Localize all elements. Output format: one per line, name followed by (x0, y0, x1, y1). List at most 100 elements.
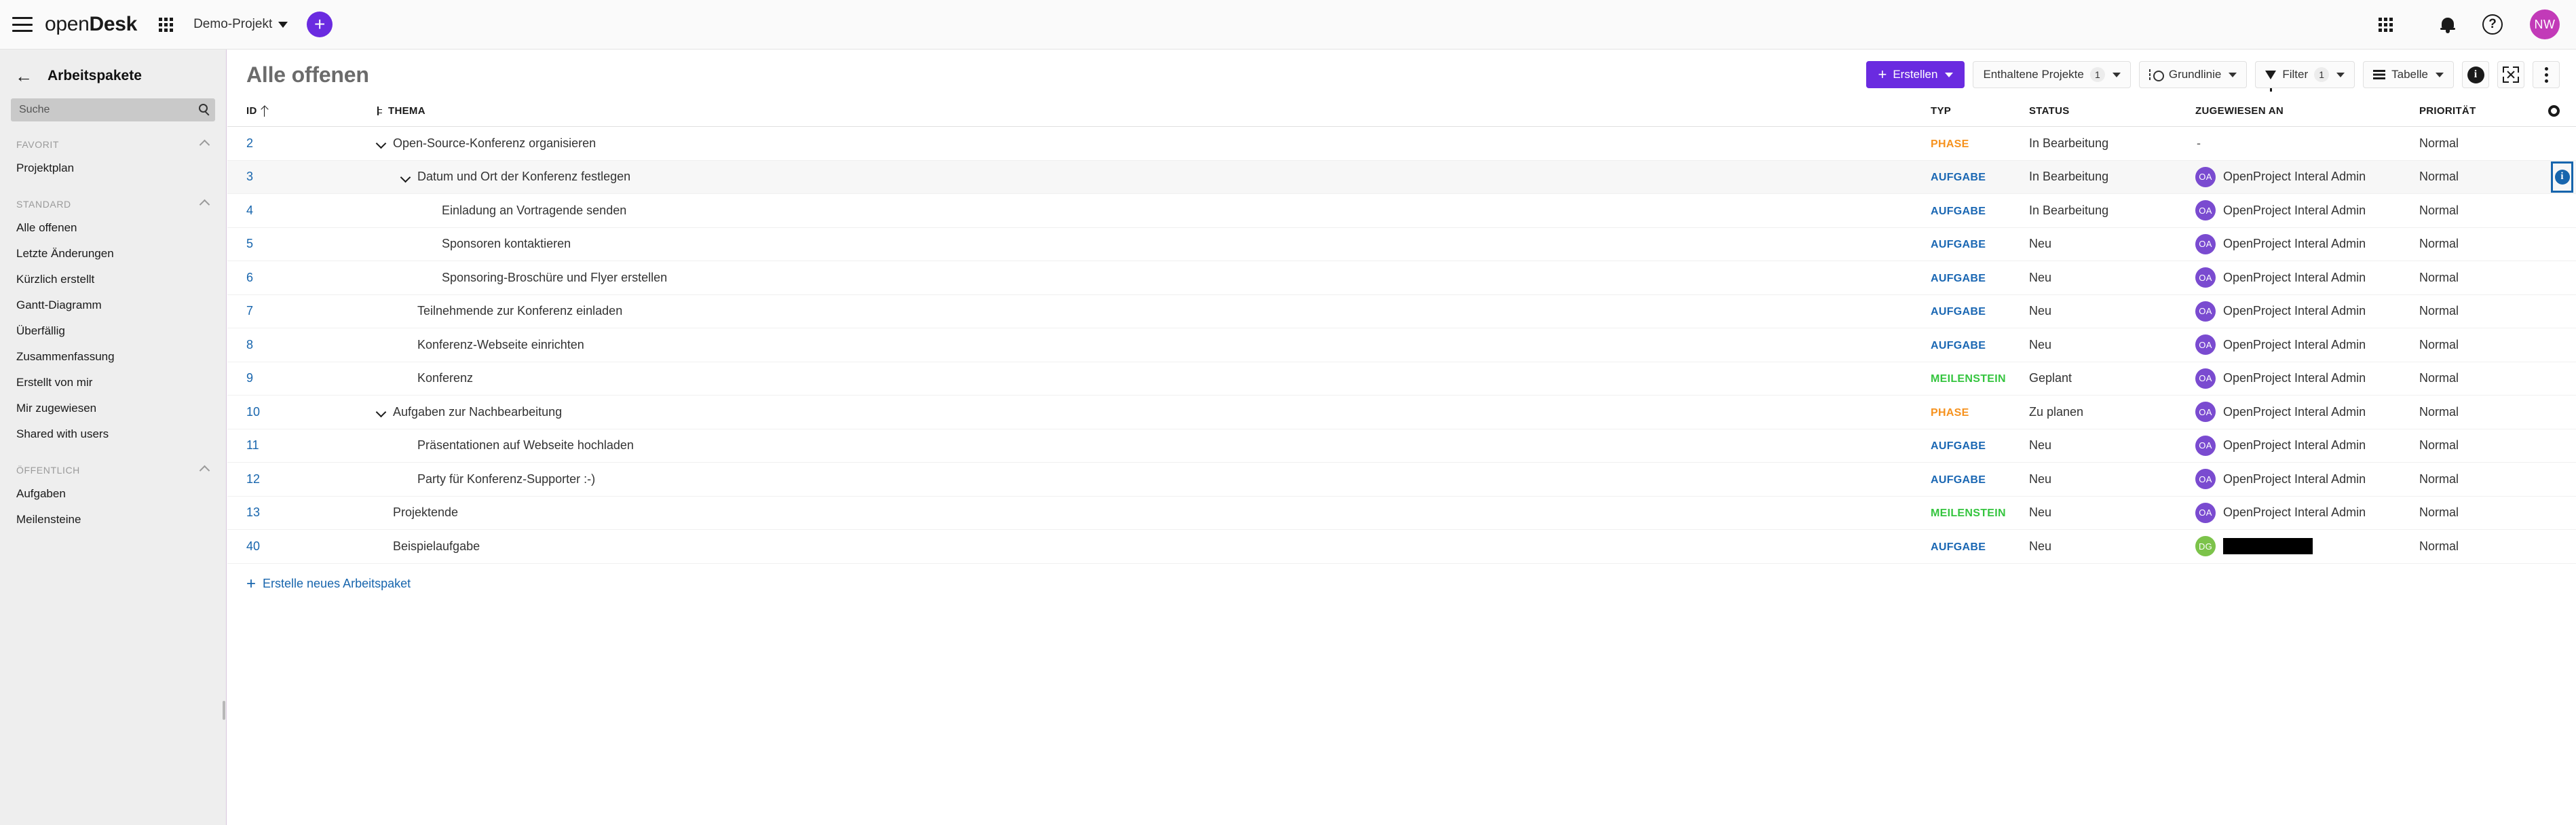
status-badge[interactable]: Neu (2029, 438, 2051, 452)
assignee-name[interactable]: OpenProject Interal Admin (2223, 204, 2366, 218)
grid-apps-icon[interactable] (159, 18, 173, 32)
work-package-type[interactable]: PHASE (1931, 407, 1969, 419)
priority-value[interactable]: Normal (2419, 505, 2459, 519)
work-package-subject[interactable]: Aufgaben zur Nachbearbeitung (393, 405, 562, 419)
row-details-button[interactable]: i (2554, 164, 2571, 190)
info-button[interactable]: i (2462, 61, 2489, 88)
sidebar-search[interactable] (11, 98, 215, 121)
assignee-avatar[interactable]: OA (2195, 368, 2216, 389)
assignee-name[interactable]: OpenProject Interal Admin (2223, 170, 2366, 184)
table-row[interactable]: 6Sponsoring-Broschüre und Flyer erstelle… (227, 261, 2576, 295)
included-projects-button[interactable]: Enthaltene Projekte 1 (1973, 61, 2130, 88)
work-package-id-link[interactable]: 13 (227, 505, 260, 519)
work-package-type[interactable]: AUFGABE (1931, 541, 1986, 553)
sidebar-scrollbar[interactable] (223, 701, 225, 720)
work-package-type[interactable]: AUFGABE (1931, 440, 1986, 452)
table-row[interactable]: 7Teilnehmende zur Konferenz einladenAUFG… (227, 294, 2576, 328)
column-header-assignee[interactable]: ZUGEWIESEN AN (2195, 100, 2419, 127)
sidebar-item-projektplan[interactable]: Projektplan (0, 155, 226, 181)
create-work-package-link[interactable]: + Erstelle neues Arbeitspaket (227, 564, 411, 592)
assignee-name[interactable]: OpenProject Interal Admin (2223, 304, 2366, 318)
more-options-button[interactable] (2533, 61, 2560, 88)
work-package-id-link[interactable]: 7 (227, 304, 253, 318)
table-row[interactable]: 11Präsentationen auf Webseite hochladenA… (227, 429, 2576, 463)
assignee-avatar[interactable]: OA (2195, 469, 2216, 489)
sidebar-item-kuerzlich-erstellt[interactable]: Kürzlich erstellt (0, 267, 226, 292)
collapse-toggle-icon[interactable] (401, 172, 411, 182)
assignee-avatar[interactable]: OA (2195, 200, 2216, 220)
work-package-id-link[interactable]: 4 (227, 204, 253, 217)
assignee-avatar[interactable]: OA (2195, 503, 2216, 523)
work-package-type[interactable]: MEILENSTEIN (1931, 507, 2006, 519)
assignee-name[interactable]: OpenProject Interal Admin (2223, 271, 2366, 285)
work-package-type[interactable]: AUFGABE (1931, 172, 1986, 183)
work-package-id-link[interactable]: 6 (227, 271, 253, 284)
bell-icon[interactable] (2440, 16, 2455, 33)
table-row[interactable]: 4Einladung an Vortragende sendenAUFGABEI… (227, 194, 2576, 228)
work-package-type[interactable]: MEILENSTEIN (1931, 373, 2006, 385)
sidebar-item-meilensteine[interactable]: Meilensteine (0, 507, 226, 533)
priority-value[interactable]: Normal (2419, 136, 2459, 150)
column-header-status[interactable]: STATUS (2029, 100, 2195, 127)
status-badge[interactable]: Neu (2029, 539, 2051, 553)
status-badge[interactable]: Neu (2029, 237, 2051, 250)
assignee-avatar[interactable]: OA (2195, 167, 2216, 187)
sidebar-item-ueberfaellig[interactable]: Überfällig (0, 318, 226, 344)
table-row[interactable]: 10Aufgaben zur NachbearbeitungPHASEZu pl… (227, 396, 2576, 429)
sidebar-item-zusammenfassung[interactable]: Zusammenfassung (0, 344, 226, 370)
sidebar-item-aufgaben[interactable]: Aufgaben (0, 481, 226, 507)
work-package-id-link[interactable]: 40 (227, 539, 260, 553)
column-header-type[interactable]: TYP (1931, 100, 2029, 127)
priority-value[interactable]: Normal (2419, 271, 2459, 284)
priority-value[interactable]: Normal (2419, 472, 2459, 486)
work-package-id-link[interactable]: 3 (227, 170, 253, 183)
work-package-id-link[interactable]: 5 (227, 237, 253, 250)
work-package-subject[interactable]: Projektende (393, 505, 458, 520)
work-package-id-link[interactable]: 9 (227, 371, 253, 385)
assignee-name[interactable]: OpenProject Interal Admin (2223, 505, 2366, 520)
work-package-subject[interactable]: Konferenz (417, 371, 473, 385)
priority-value[interactable]: Normal (2419, 204, 2459, 217)
column-header-id[interactable]: ID (227, 100, 356, 127)
work-package-subject[interactable]: Einladung an Vortragende senden (442, 204, 626, 218)
table-row[interactable]: 3 Datum und Ort der Konferenz festlegen AU… (227, 160, 2576, 194)
global-add-button[interactable]: + (307, 12, 333, 37)
work-package-id-link[interactable]: 8 (227, 338, 253, 351)
work-package-id-link[interactable]: 11 (227, 438, 259, 452)
sidebar-section-header-standard[interactable]: STANDARD (0, 181, 226, 215)
create-button[interactable]: + Erstellen (1866, 61, 1965, 88)
status-badge[interactable]: Neu (2029, 338, 2051, 351)
table-row[interactable]: 9KonferenzMEILENSTEINGeplantOAOpenProjec… (227, 362, 2576, 396)
assignee-avatar[interactable]: OA (2195, 234, 2216, 254)
grid-modules-icon[interactable] (2379, 18, 2393, 32)
work-package-subject[interactable]: Sponsoren kontaktieren (442, 237, 571, 251)
assignee-avatar[interactable]: DG (2195, 536, 2216, 556)
work-package-subject[interactable]: Konferenz-Webseite einrichten (417, 338, 584, 352)
status-badge[interactable]: Geplant (2029, 371, 2072, 385)
filter-button[interactable]: Filter 1 (2255, 61, 2355, 88)
status-badge[interactable]: Neu (2029, 472, 2051, 486)
assignee-avatar[interactable]: OA (2195, 436, 2216, 456)
work-package-subject[interactable]: Datum und Ort der Konferenz festlegen (417, 170, 630, 184)
priority-value[interactable]: Normal (2419, 539, 2459, 553)
table-row[interactable]: 8Konferenz-Webseite einrichtenAUFGABENeu… (227, 328, 2576, 362)
status-badge[interactable]: In Bearbeitung (2029, 136, 2108, 150)
work-package-subject[interactable]: Beispielaufgabe (393, 539, 480, 554)
table-row[interactable]: 40 Beispielaufgabe AUFGABE Neu DG Normal (227, 530, 2576, 564)
work-package-id-link[interactable]: 12 (227, 472, 260, 486)
back-arrow-icon[interactable]: ← (15, 67, 33, 85)
collapse-toggle-icon[interactable] (377, 407, 386, 417)
work-package-type[interactable]: AUFGABE (1931, 273, 1986, 284)
sidebar-item-erstellt-von-mir[interactable]: Erstellt von mir (0, 370, 226, 396)
status-badge[interactable]: Neu (2029, 505, 2051, 519)
status-badge[interactable]: Neu (2029, 304, 2051, 318)
status-badge[interactable]: In Bearbeitung (2029, 204, 2108, 217)
sidebar-section-header-favorit[interactable]: FAVORIT (0, 121, 226, 155)
priority-value[interactable]: Normal (2419, 304, 2459, 318)
hamburger-menu-icon[interactable] (12, 17, 33, 32)
work-package-subject[interactable]: Party für Konferenz-Supporter :-) (417, 472, 595, 486)
brand-logo[interactable]: openDesk (45, 13, 137, 36)
help-icon[interactable]: ? (2482, 14, 2503, 35)
assignee-name[interactable]: OpenProject Interal Admin (2223, 405, 2366, 419)
table-row[interactable]: 2Open-Source-Konferenz organisierenPHASE… (227, 127, 2576, 161)
